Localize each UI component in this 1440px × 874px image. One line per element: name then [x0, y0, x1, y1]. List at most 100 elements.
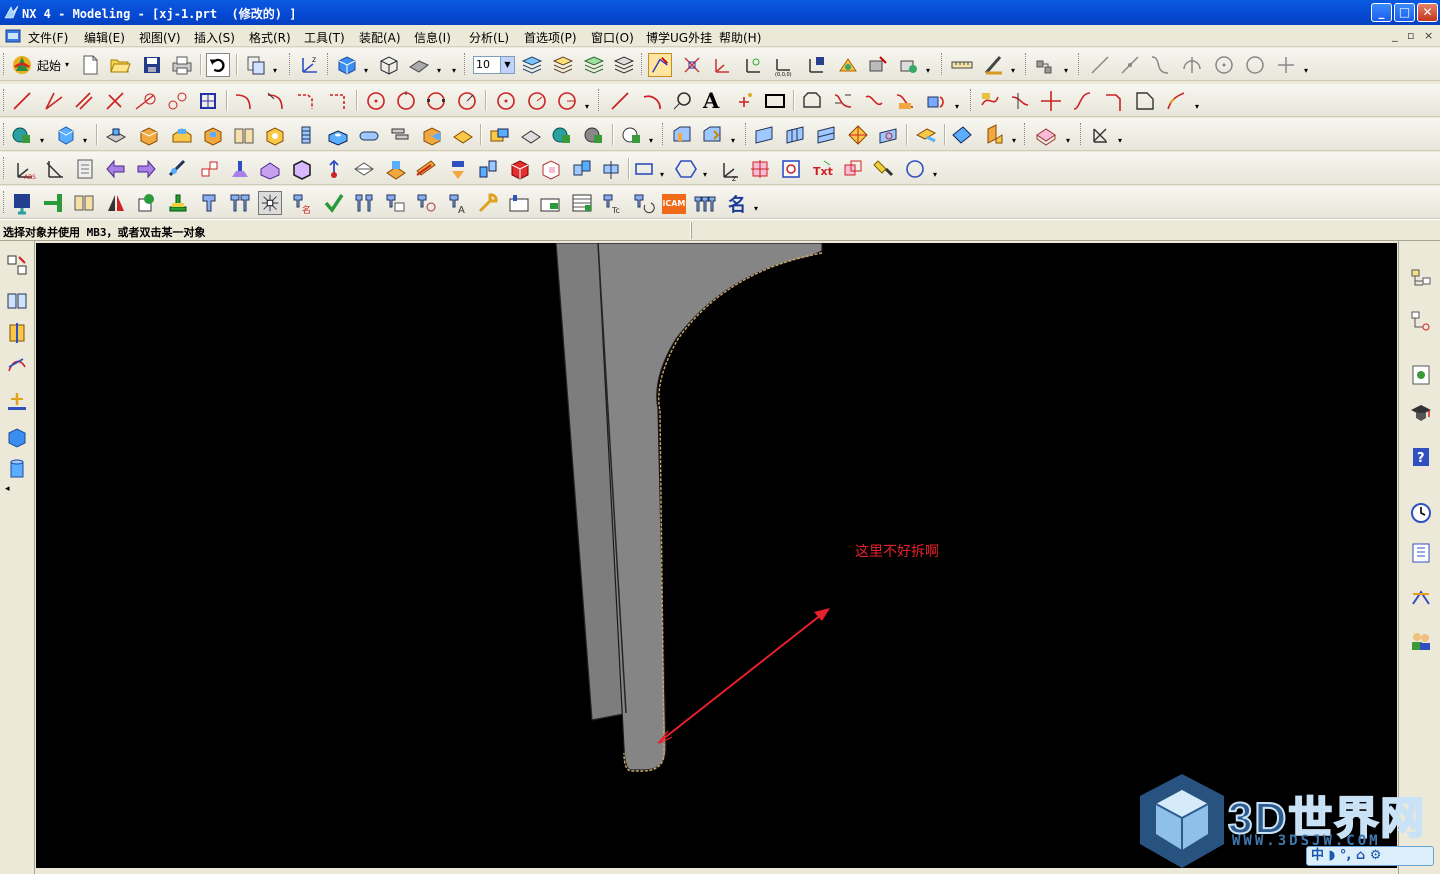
paste-copy-icon[interactable]	[244, 53, 268, 77]
menu-view[interactable]: 视图(V)	[139, 29, 181, 46]
subtract-cube-icon[interactable]	[539, 157, 563, 181]
split-body-icon[interactable]	[476, 157, 500, 181]
toolbar-grip[interactable]	[3, 53, 6, 75]
wrench-tool-icon[interactable]	[476, 191, 500, 215]
check-part-icon[interactable]	[322, 191, 346, 215]
red-cube-icon[interactable]	[508, 157, 532, 181]
ime-status-bar[interactable]: 中 ◗ °, ⌂ ⚙	[1306, 846, 1434, 866]
rotate-part-icon[interactable]	[631, 191, 655, 215]
circle-outline-icon[interactable]	[903, 157, 927, 181]
roles-tab-icon[interactable]	[1409, 629, 1433, 653]
wireframe-view-icon[interactable]	[377, 53, 401, 77]
extension-surface-icon[interactable]	[914, 123, 938, 147]
point-icon[interactable]	[1274, 53, 1298, 77]
through-curves-icon[interactable]	[753, 123, 777, 147]
blank-object-icon[interactable]	[866, 53, 890, 77]
section-body-icon[interactable]	[352, 157, 376, 181]
circle-point-icon[interactable]	[364, 89, 388, 113]
trim-body-icon[interactable]	[582, 123, 606, 147]
minimize-button[interactable]: _	[1371, 3, 1392, 22]
datum-plane-icon[interactable]	[5, 289, 29, 313]
ejector-pin-icon[interactable]	[41, 191, 65, 215]
arc-dropdown-arrow[interactable]: ▾	[585, 102, 589, 111]
mdi-minimize-button[interactable]: _	[1392, 29, 1398, 42]
measure-distance-icon[interactable]	[950, 53, 974, 77]
reuse-library-tab-icon[interactable]	[1409, 586, 1433, 610]
sketch-rectangle-icon[interactable]	[763, 89, 787, 113]
training-tab-icon[interactable]	[1409, 401, 1433, 425]
arc-sweep-icon[interactable]	[525, 89, 549, 113]
offset-face-icon[interactable]	[451, 123, 475, 147]
boss-icon[interactable]	[104, 123, 128, 147]
link-body-icon[interactable]	[166, 157, 190, 181]
tube-icon[interactable]	[388, 123, 412, 147]
extrude-icon[interactable]	[54, 123, 78, 147]
undo-icon[interactable]	[206, 53, 230, 77]
new-file-icon[interactable]	[78, 53, 102, 77]
plate-mirror-icon[interactable]	[538, 191, 562, 215]
sketch-circle-icon[interactable]	[670, 89, 694, 113]
trim-corner-curve-icon[interactable]	[1070, 89, 1094, 113]
trim-curve-icon[interactable]	[1039, 89, 1063, 113]
work-layer-combo[interactable]: 10 ▼	[473, 56, 515, 74]
measure-dropdown-arrow[interactable]: ▾	[1011, 66, 1015, 75]
target-square-icon[interactable]	[779, 157, 803, 181]
menu-file[interactable]: 文件(F)	[28, 29, 68, 46]
layer-visible-icon[interactable]	[551, 53, 575, 77]
circle-three-point-icon[interactable]	[424, 89, 448, 113]
simplify-curve-icon[interactable]	[862, 89, 886, 113]
history-tab-icon[interactable]	[1409, 501, 1433, 525]
edm-electrode-icon[interactable]: A	[446, 191, 470, 215]
edit-object-display-icon[interactable]	[836, 53, 860, 77]
draft-dropdown-arrow[interactable]: ▾	[1066, 136, 1070, 145]
sketch-plane-icon[interactable]	[5, 253, 29, 277]
display-dropdown-arrow[interactable]: ▾	[926, 66, 930, 75]
point-constructor-icon[interactable]	[5, 389, 29, 413]
mirror-body-icon[interactable]	[384, 157, 408, 181]
web-browser-tab-icon[interactable]	[1409, 363, 1433, 387]
arc-end-icon[interactable]	[555, 89, 579, 113]
book-panel-icon[interactable]	[72, 191, 96, 215]
solid-block-icon[interactable]	[5, 425, 29, 449]
menu-edit[interactable]: 编辑(E)	[84, 29, 125, 46]
line-point-icon[interactable]	[1118, 53, 1142, 77]
block-icon[interactable]	[137, 123, 161, 147]
assembly-dropdown-arrow[interactable]: ▾	[1064, 66, 1068, 75]
datum-axis-icon[interactable]	[5, 321, 29, 345]
assembly-navigator-tab-icon[interactable]	[1409, 267, 1433, 291]
swept-surface-icon[interactable]	[815, 123, 839, 147]
project-curve-icon[interactable]	[924, 89, 948, 113]
part-navigator-tab-icon[interactable]	[1409, 309, 1433, 333]
menu-assembly[interactable]: 装配(A)	[359, 29, 401, 46]
cylinder-icon[interactable]	[5, 457, 29, 481]
spline-icon[interactable]	[1148, 53, 1172, 77]
menu-information[interactable]: 信息(I)	[414, 29, 451, 46]
tangent-line-icon[interactable]	[134, 89, 158, 113]
subtract-icon[interactable]	[519, 123, 543, 147]
thread-icon[interactable]	[294, 123, 318, 147]
view-orientation-icon[interactable]	[407, 53, 431, 77]
circle-icon[interactable]	[1212, 53, 1236, 77]
assembly-navigator-icon[interactable]	[1033, 53, 1057, 77]
replace-feature-icon[interactable]	[700, 123, 724, 147]
slider-lifter-icon[interactable]	[135, 191, 159, 215]
arrow-right-icon[interactable]	[134, 157, 158, 181]
pad-icon[interactable]	[170, 123, 194, 147]
pocket-cavity-icon[interactable]	[258, 191, 282, 215]
edit-arc-length-icon[interactable]	[1164, 89, 1188, 113]
divide-curve-icon[interactable]	[1102, 89, 1126, 113]
pocket-icon[interactable]	[201, 123, 225, 147]
mold-tools-dropdown-arrow[interactable]: ▾	[754, 204, 758, 213]
wcs-save-icon[interactable]	[804, 53, 828, 77]
name-part-icon[interactable]: 名	[290, 191, 314, 215]
polygon-icon[interactable]	[674, 157, 698, 181]
edit-fillet-icon[interactable]	[1133, 89, 1157, 113]
surface-ops-dropdown-arrow[interactable]: ▾	[1012, 136, 1016, 145]
join-curve-icon[interactable]	[893, 89, 917, 113]
show-blank-icon[interactable]	[897, 53, 921, 77]
slot-icon[interactable]	[232, 123, 256, 147]
circle-dropdown-arrow[interactable]: ▾	[933, 170, 937, 179]
snap-point-icon[interactable]	[680, 53, 704, 77]
menu-analysis[interactable]: 分析(L)	[469, 29, 509, 46]
two-circle-tangent-icon[interactable]	[165, 89, 189, 113]
